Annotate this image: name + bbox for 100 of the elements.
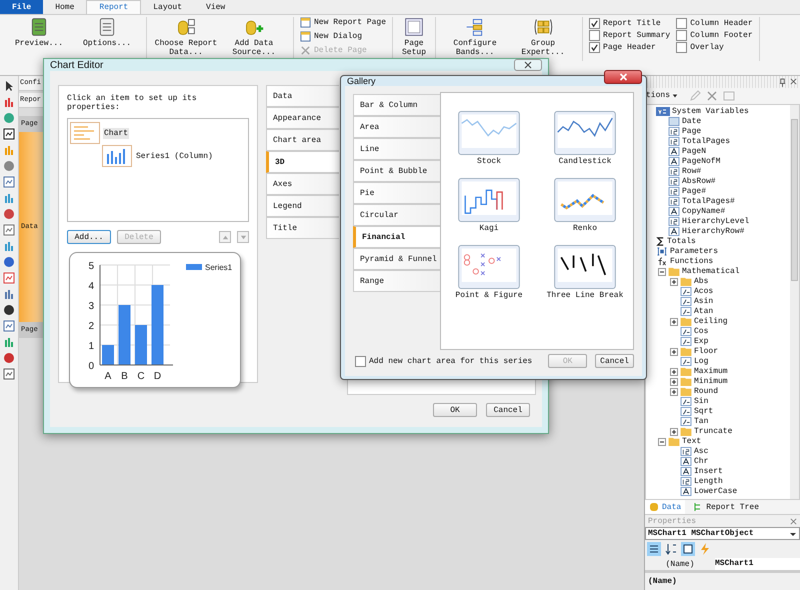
- ribbon-tab[interactable]: Report: [86, 0, 142, 14]
- tree-item[interactable]: Functions: [670, 256, 714, 267]
- ribbon-button[interactable]: Choose Report Data...: [153, 17, 219, 61]
- expand-icon[interactable]: [670, 318, 678, 326]
- expand-icon[interactable]: [670, 428, 678, 436]
- ribbon-tab[interactable]: Home: [43, 0, 86, 14]
- tree-item[interactable]: TotalPages: [682, 136, 730, 147]
- expand-icon[interactable]: [670, 278, 678, 286]
- chart-thumbnail-icon[interactable]: [70, 122, 100, 144]
- tree-item[interactable]: HierarchyLevel: [682, 216, 750, 227]
- tree-item[interactable]: Row#: [682, 166, 702, 177]
- checkbox[interactable]: [589, 42, 600, 52]
- tree-item[interactable]: Truncate: [694, 426, 732, 437]
- tree-item[interactable]: Series1 (Column): [135, 150, 214, 162]
- expand-icon[interactable]: [670, 368, 678, 376]
- checkbox[interactable]: [355, 356, 366, 366]
- tree-item[interactable]: Log: [694, 356, 708, 367]
- tree-item[interactable]: Minimum: [694, 376, 728, 387]
- chart-type-option[interactable]: Candlestick: [537, 111, 633, 166]
- close-icon[interactable]: [790, 518, 797, 524]
- file-menu-button[interactable]: File: [0, 0, 44, 14]
- tree-item[interactable]: LowerCase: [694, 486, 738, 497]
- property-value[interactable]: MSChart1: [715, 558, 800, 570]
- scrollbar[interactable]: [790, 104, 799, 500]
- tool-icon[interactable]: [3, 304, 15, 316]
- panel-tab[interactable]: Data: [645, 500, 686, 514]
- side-tab[interactable]: Axes: [266, 173, 339, 195]
- tree-item[interactable]: Text: [682, 436, 702, 447]
- side-tab[interactable]: Legend: [266, 195, 339, 217]
- tree-item[interactable]: Chr: [694, 456, 708, 467]
- checkbox[interactable]: [676, 18, 688, 28]
- expand-icon[interactable]: [670, 348, 678, 356]
- tool-icon[interactable]: [3, 80, 15, 92]
- collapse-icon[interactable]: [658, 268, 666, 276]
- side-tab[interactable]: Data: [266, 85, 339, 107]
- category-tab[interactable]: Pyramid & Funnel: [353, 248, 440, 270]
- side-tab[interactable]: Title: [266, 217, 339, 239]
- tree-item[interactable]: Length: [694, 476, 723, 487]
- tree-item[interactable]: Tan: [694, 416, 708, 427]
- tree-item[interactable]: Date: [682, 116, 702, 127]
- dialog-button[interactable]: Cancel: [486, 403, 530, 417]
- side-tab[interactable]: Appearance: [266, 107, 339, 129]
- tree-item[interactable]: Page: [682, 126, 702, 137]
- tree-item[interactable]: Page#: [682, 186, 706, 197]
- tree-item[interactable]: Maximum: [694, 366, 728, 377]
- tree-item[interactable]: Asc: [694, 446, 708, 457]
- checkbox[interactable]: [589, 18, 600, 28]
- checkbox[interactable]: [589, 30, 600, 40]
- categorized-icon[interactable]: [647, 542, 661, 556]
- dialog-button[interactable]: Add...: [67, 230, 111, 244]
- band-checkbox[interactable]: Column Footer: [676, 29, 753, 41]
- checkbox[interactable]: [676, 30, 688, 40]
- sort-icon[interactable]: [664, 542, 678, 556]
- panel-tab[interactable]: Report Tree: [689, 500, 764, 514]
- checkbox[interactable]: [676, 42, 688, 52]
- tree-item[interactable]: HierarchyRow#: [682, 226, 744, 237]
- ribbon-button[interactable]: Preview...: [6, 17, 72, 61]
- dialog-button[interactable]: OK: [433, 403, 477, 417]
- tree-item[interactable]: Chart: [103, 128, 130, 138]
- ribbon-button[interactable]: Configure Bands...: [442, 17, 508, 61]
- tree-item[interactable]: Ceiling: [694, 316, 728, 327]
- band-checkbox[interactable]: Report Summary: [589, 29, 670, 41]
- expand-icon[interactable]: [670, 388, 678, 396]
- tree-item[interactable]: Round: [694, 386, 718, 397]
- chart-type-option[interactable]: Stock: [441, 111, 537, 166]
- close-button[interactable]: [514, 59, 542, 71]
- close-button[interactable]: [604, 70, 642, 84]
- tree-item[interactable]: Acos: [694, 286, 714, 297]
- band-checkbox[interactable]: Column Header: [676, 17, 753, 29]
- tree-item[interactable]: PageNofM: [682, 156, 720, 167]
- category-tab[interactable]: Pie: [353, 182, 440, 204]
- chart-type-option[interactable]: Point & Figure: [441, 245, 537, 300]
- collapse-icon[interactable]: [658, 438, 666, 446]
- ribbon-button[interactable]: New Dialog: [300, 31, 386, 42]
- band-checkbox[interactable]: Overlay: [676, 41, 753, 53]
- tree-item[interactable]: AbsRow#: [682, 176, 716, 187]
- category-tab[interactable]: Circular: [353, 204, 440, 226]
- actions-dropdown[interactable]: tions: [646, 91, 678, 100]
- tree-item[interactable]: Mathematical: [682, 266, 740, 277]
- tree-item[interactable]: Asin: [694, 296, 714, 307]
- object-dropdown[interactable]: MSChart1 MSChartObject: [645, 527, 800, 540]
- side-tab[interactable]: Chart area: [266, 129, 339, 151]
- scroll-thumb[interactable]: [791, 118, 798, 281]
- chart-thumbnail-icon[interactable]: [102, 145, 132, 167]
- close-icon[interactable]: [790, 78, 797, 85]
- expand-icon[interactable]: [670, 378, 678, 386]
- category-tab[interactable]: Point & Bubble: [353, 160, 440, 182]
- dialog-button[interactable]: Cancel: [595, 354, 634, 368]
- tree-item[interactable]: Abs: [694, 276, 708, 287]
- ribbon-button[interactable]: Group Expert...: [510, 17, 576, 61]
- ribbon-button[interactable]: Options...: [74, 17, 140, 61]
- tree-item[interactable]: System Variables: [672, 106, 749, 117]
- tool-icon[interactable]: [3, 128, 15, 140]
- category-tab[interactable]: Bar & Column: [353, 94, 440, 116]
- tree-item[interactable]: Totals: [667, 236, 696, 247]
- tree-item[interactable]: Parameters: [670, 246, 718, 257]
- tree-item[interactable]: Sqrt: [694, 406, 714, 417]
- tree-item[interactable]: Atan: [694, 306, 714, 317]
- chart-type-option[interactable]: Three Line Break: [537, 245, 633, 300]
- tree-item[interactable]: Cos: [694, 326, 708, 337]
